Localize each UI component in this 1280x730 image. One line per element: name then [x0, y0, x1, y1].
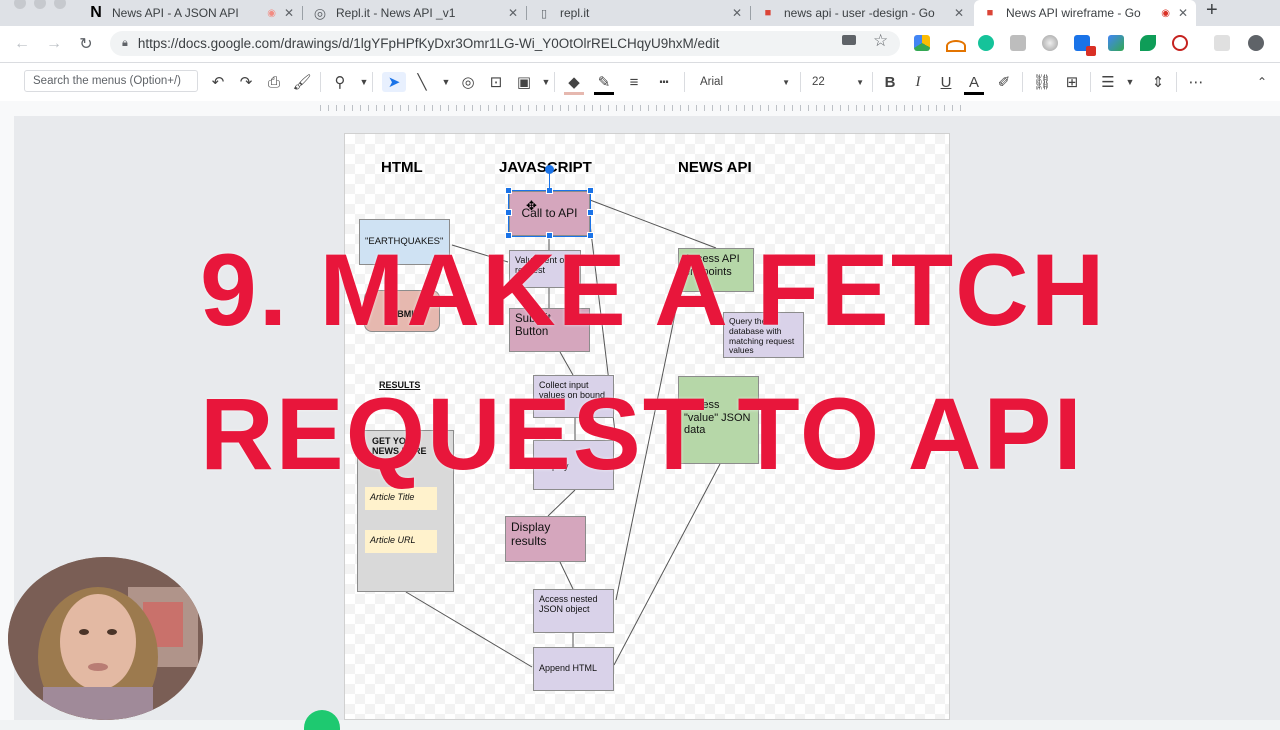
html-column-header: HTML — [381, 159, 423, 176]
display-results-shape[interactable]: Display results — [505, 516, 586, 562]
overlay-title-line-1: 9. MAKE A FETCH — [200, 233, 1107, 347]
connector-line — [547, 489, 576, 517]
selection-handle[interactable] — [546, 187, 553, 194]
selection-handle[interactable] — [505, 209, 512, 216]
connector-line — [559, 561, 574, 590]
move-cursor-icon: ✥ — [526, 198, 537, 213]
overlay-title-line-2: REQUEST TO API — [200, 377, 1084, 491]
rotate-stem — [549, 172, 550, 188]
selection-handle[interactable] — [505, 187, 512, 194]
connector-line — [613, 463, 721, 666]
news-api-column-header: NEWS API — [678, 159, 752, 176]
selection-handle[interactable] — [587, 209, 594, 216]
connector-line — [405, 591, 533, 668]
connector-line — [559, 351, 574, 376]
webcam-video — [8, 557, 203, 720]
article-url-shape[interactable]: Article URL — [365, 530, 437, 553]
selection-box — [508, 190, 591, 237]
presenter-silhouette — [8, 557, 203, 720]
rotate-handle[interactable] — [545, 165, 554, 174]
append-html-shape[interactable]: Append HTML — [533, 647, 614, 691]
access-nested-shape[interactable]: Access nested JSON object — [533, 589, 614, 633]
selection-handle[interactable] — [587, 187, 594, 194]
